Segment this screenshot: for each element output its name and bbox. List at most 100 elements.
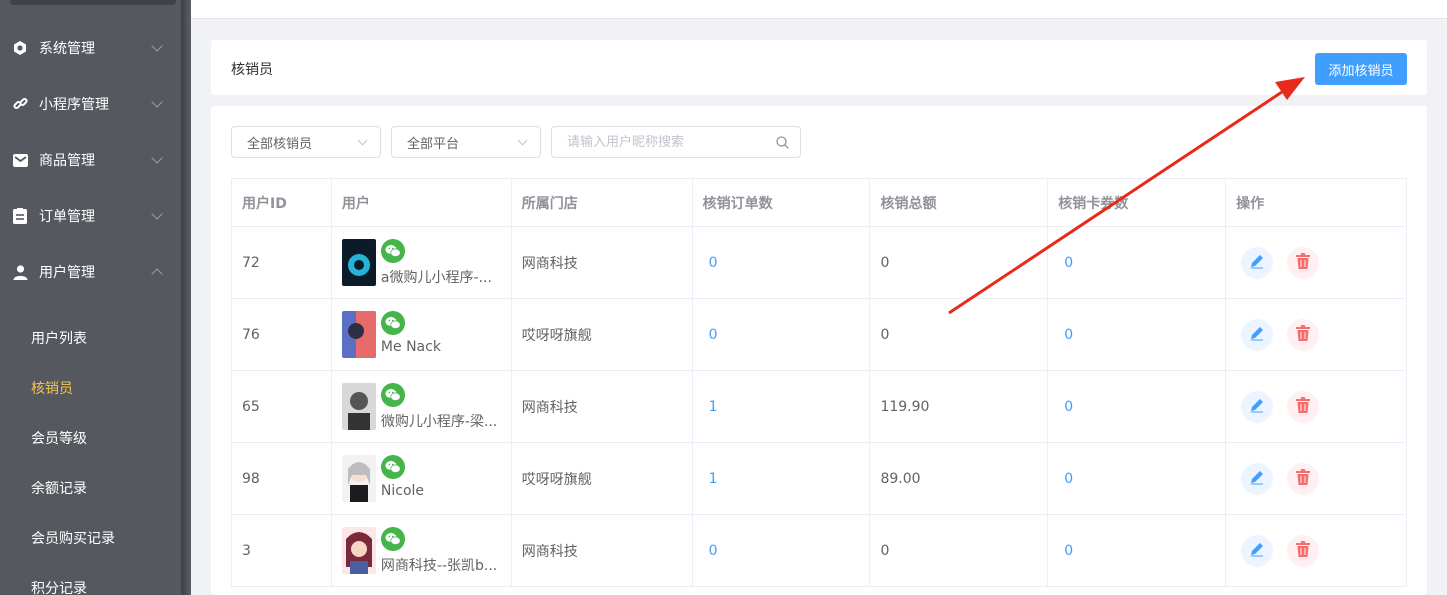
delete-button[interactable] <box>1287 318 1320 351</box>
order-count-cell: 1 <box>693 443 871 514</box>
sidebar-item-points-records[interactable]: 积分记录 <box>0 563 181 595</box>
edit-button[interactable] <box>1241 318 1274 351</box>
avatar <box>341 238 376 286</box>
pencil-icon <box>1249 397 1265 417</box>
sidebar-group-users[interactable]: 用户管理 <box>0 244 181 300</box>
wechat-icon <box>380 454 405 479</box>
user-nickname: 微购儿小程序-梁... <box>380 413 498 430</box>
pencil-icon <box>1249 253 1265 273</box>
sidebar-item-member-level[interactable]: 会员等级 <box>0 413 181 463</box>
user-id-cell: 3 <box>232 515 332 586</box>
sidebar-group-miniprogram[interactable]: 小程序管理 <box>0 76 181 132</box>
search-icon[interactable] <box>776 136 789 149</box>
order-count-link[interactable]: 1 <box>703 399 718 415</box>
column-header-user-id: 用户ID <box>232 179 332 226</box>
order-count-link[interactable]: 1 <box>703 471 718 487</box>
edit-button[interactable] <box>1241 462 1274 495</box>
search-input[interactable] <box>552 127 772 157</box>
card-count-link[interactable]: 0 <box>1058 471 1073 487</box>
verifier-filter-select[interactable]: 全部核销员 <box>231 126 381 158</box>
actions-cell <box>1226 371 1407 442</box>
user-id: 72 <box>242 254 260 271</box>
avatar <box>341 310 376 358</box>
pencil-icon <box>1249 325 1265 345</box>
chevron-down-icon <box>151 152 163 164</box>
trash-icon <box>1296 396 1311 417</box>
order-count-link[interactable]: 0 <box>703 543 718 559</box>
sidebar-group-goods[interactable]: 商品管理 <box>0 132 181 188</box>
verifier-filter-value: 全部核销员 <box>247 136 313 152</box>
store-cell: 哎呀呀旗舰 <box>512 299 693 370</box>
sidebar-item-member-purchase[interactable]: 会员购买记录 <box>0 513 181 563</box>
order-count-cell: 1 <box>693 371 871 442</box>
user-cell: 微购儿小程序-梁... <box>332 371 512 442</box>
sidebar-group-label: 小程序管理 <box>39 97 109 113</box>
store-name: 哎呀呀旗舰 <box>521 471 592 488</box>
table-row: 76 Me Nack 哎呀呀旗舰 0 0 0 <box>232 299 1407 371</box>
total-cell: 0 <box>870 515 1049 586</box>
trash-icon <box>1296 324 1311 345</box>
user-id-cell: 72 <box>232 227 332 298</box>
edit-button[interactable] <box>1241 246 1274 279</box>
verify-total: 0 <box>880 326 890 343</box>
search-box <box>551 126 801 158</box>
column-header-actions: 操作 <box>1226 179 1407 226</box>
user-id-cell: 76 <box>232 299 332 370</box>
card-count-cell: 0 <box>1048 227 1227 298</box>
column-header-total: 核销总额 <box>870 179 1049 226</box>
delete-button[interactable] <box>1287 534 1320 567</box>
card-count-cell: 0 <box>1048 443 1227 514</box>
delete-button[interactable] <box>1287 246 1320 279</box>
sidebar-item-user-list[interactable]: 用户列表 <box>0 313 181 363</box>
order-count-link[interactable]: 0 <box>703 255 718 271</box>
user-id-cell: 98 <box>232 443 332 514</box>
card-count-link[interactable]: 0 <box>1058 543 1073 559</box>
trash-icon <box>1296 540 1311 561</box>
sidebar-group-label: 用户管理 <box>39 265 95 281</box>
platform-filter-select[interactable]: 全部平台 <box>391 126 541 158</box>
delete-button[interactable] <box>1287 390 1320 423</box>
user-nickname: Nicole <box>380 482 425 499</box>
order-count-cell: 0 <box>693 299 871 370</box>
sidebar-item-balance-records[interactable]: 余额记录 <box>0 463 181 513</box>
user-cell: Me Nack <box>332 299 512 370</box>
sidebar-group-label: 系统管理 <box>39 41 95 57</box>
actions-cell <box>1226 515 1407 586</box>
card-count-cell: 0 <box>1048 371 1227 442</box>
sidebar-group-orders[interactable]: 订单管理 <box>0 188 181 244</box>
user-nickname: a微购儿小程序-... <box>380 269 492 286</box>
chevron-down-icon <box>357 135 368 146</box>
delete-button[interactable] <box>1287 462 1320 495</box>
card-count-link[interactable]: 0 <box>1058 399 1073 415</box>
card-count-cell: 0 <box>1048 515 1227 586</box>
store-cell: 网商科技 <box>512 371 693 442</box>
page-title: 核销员 <box>231 62 273 78</box>
clipboard-icon <box>12 208 28 224</box>
sidebar-group-label: 商品管理 <box>39 153 95 169</box>
store-name: 网商科技 <box>521 255 578 272</box>
card-count-link[interactable]: 0 <box>1058 327 1073 343</box>
chevron-down-icon <box>151 96 163 108</box>
store-name: 网商科技 <box>521 399 578 416</box>
edit-button[interactable] <box>1241 534 1274 567</box>
edit-button[interactable] <box>1241 390 1274 423</box>
user-nickname: 网商科技--张凯b... <box>380 557 498 574</box>
table-body: 72 a微购儿小程序-... 网商科技 0 0 0 76 Me Nack 哎呀呀旗舰 0 0 0 65 微… <box>232 227 1407 587</box>
verify-total: 119.90 <box>880 398 930 415</box>
sidebar-group-system[interactable]: 系统管理 <box>0 20 181 76</box>
user-icon <box>12 264 28 280</box>
actions-cell <box>1226 227 1407 298</box>
store-cell: 哎呀呀旗舰 <box>512 443 693 514</box>
wechat-icon <box>380 526 405 551</box>
card-count-link[interactable]: 0 <box>1058 255 1073 271</box>
verify-total: 0 <box>880 254 890 271</box>
table-row: 65 微购儿小程序-梁... 网商科技 1 119.90 0 <box>232 371 1407 443</box>
order-count-cell: 0 <box>693 227 871 298</box>
link-icon <box>12 96 28 112</box>
sidebar-item-verifier[interactable]: 核销员 <box>0 363 181 413</box>
add-verifier-button[interactable]: 添加核销员 <box>1315 53 1407 85</box>
trash-icon <box>1296 252 1311 273</box>
order-count-link[interactable]: 0 <box>703 327 718 343</box>
user-cell: 网商科技--张凯b... <box>332 515 512 586</box>
wechat-icon <box>380 310 405 335</box>
